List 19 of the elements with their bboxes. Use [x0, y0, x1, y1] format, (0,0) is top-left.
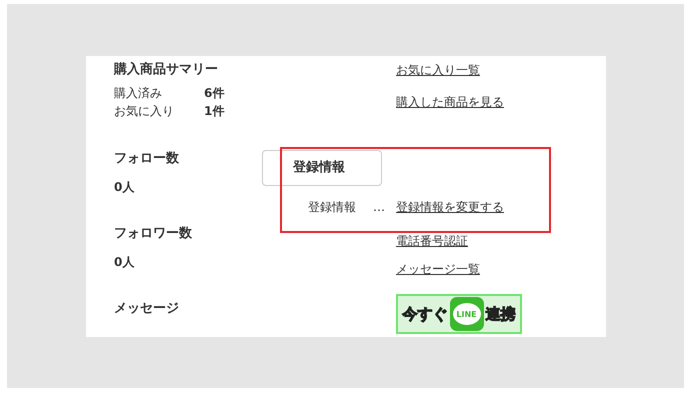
link[interactable]: 購入した商品を見る — [396, 94, 504, 110]
summary-label: お気に入り — [114, 103, 175, 120]
section-title: フォロー数 — [114, 150, 179, 168]
link[interactable]: お気に入り一覧 — [396, 62, 480, 78]
line-connect-banner[interactable]: 今すぐ LINE 連携 — [396, 294, 522, 334]
stat-value: 0人 — [114, 179, 136, 196]
tooltip: 登録情報 — [262, 150, 382, 186]
section-title: フォロワー数 — [114, 225, 192, 243]
section-title: メッセージ — [114, 300, 179, 318]
separator: … — [373, 200, 386, 214]
section-title: 購入商品サマリー — [114, 60, 218, 79]
summary-value: 1件 — [204, 103, 224, 120]
row-label: 登録情報 — [308, 198, 357, 216]
link[interactable]: 登録情報を変更する — [396, 198, 504, 216]
link[interactable]: 電話番号認証 — [396, 232, 468, 250]
summary-value: 6件 — [204, 85, 224, 102]
summary-label: 購入済み — [114, 85, 163, 102]
stat-value: 0人 — [114, 254, 136, 271]
link[interactable]: メッセージ一覧 — [396, 260, 480, 278]
